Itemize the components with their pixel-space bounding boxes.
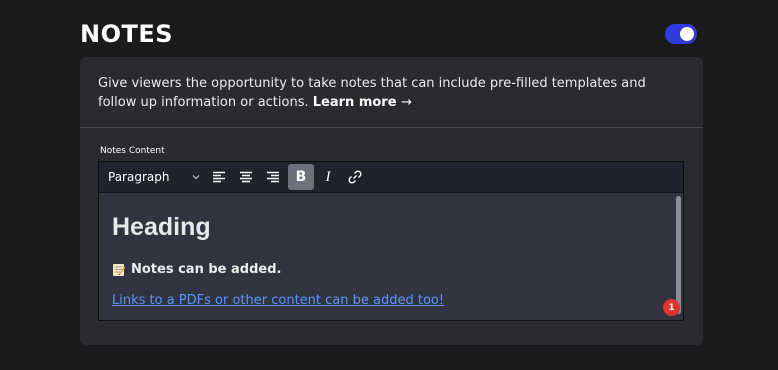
align-center-icon: [240, 171, 252, 183]
paragraph-select-value: Paragraph: [108, 170, 170, 184]
learn-more-label: Learn more: [312, 95, 397, 110]
error-count-badge[interactable]: 1: [663, 299, 680, 316]
paragraph-select[interactable]: Paragraph: [108, 170, 204, 184]
memo-icon: [113, 263, 126, 276]
align-left-icon: [213, 171, 225, 183]
toggle-knob: [680, 27, 694, 41]
editor-content[interactable]: Heading Notes can be added. Links to a P…: [99, 193, 683, 319]
content-heading: Heading: [112, 213, 211, 241]
rich-text-editor[interactable]: Paragraph B I Heading Notes can be added…: [98, 161, 684, 321]
notes-toggle[interactable]: [665, 24, 697, 44]
bold-button[interactable]: B: [288, 164, 314, 190]
note-line-text: Notes can be added.: [131, 262, 282, 277]
italic-icon: I: [325, 168, 331, 185]
description: Give viewers the opportunity to take not…: [98, 74, 688, 112]
align-left-button[interactable]: [206, 164, 232, 190]
align-right-button[interactable]: [260, 164, 286, 190]
italic-button[interactable]: I: [315, 164, 341, 190]
field-label: Notes Content: [100, 146, 165, 156]
content-link[interactable]: Links to a PDFs or other content can be …: [112, 293, 444, 308]
notes-card: Give viewers the opportunity to take not…: [80, 57, 703, 345]
page-title: NOTES: [80, 20, 174, 48]
learn-more-link[interactable]: Learn more →: [313, 95, 412, 110]
align-right-icon: [267, 171, 279, 183]
note-line: Notes can be added.: [112, 262, 281, 277]
divider: [80, 127, 703, 128]
link-button[interactable]: [342, 164, 368, 190]
chevron-down-icon: [192, 175, 200, 180]
bold-icon: B: [295, 169, 307, 185]
arrow-right-icon: →: [401, 95, 412, 110]
scrollbar[interactable]: [676, 196, 681, 314]
editor-toolbar: Paragraph B I: [99, 162, 683, 193]
align-center-button[interactable]: [233, 164, 259, 190]
link-icon: [348, 170, 362, 184]
